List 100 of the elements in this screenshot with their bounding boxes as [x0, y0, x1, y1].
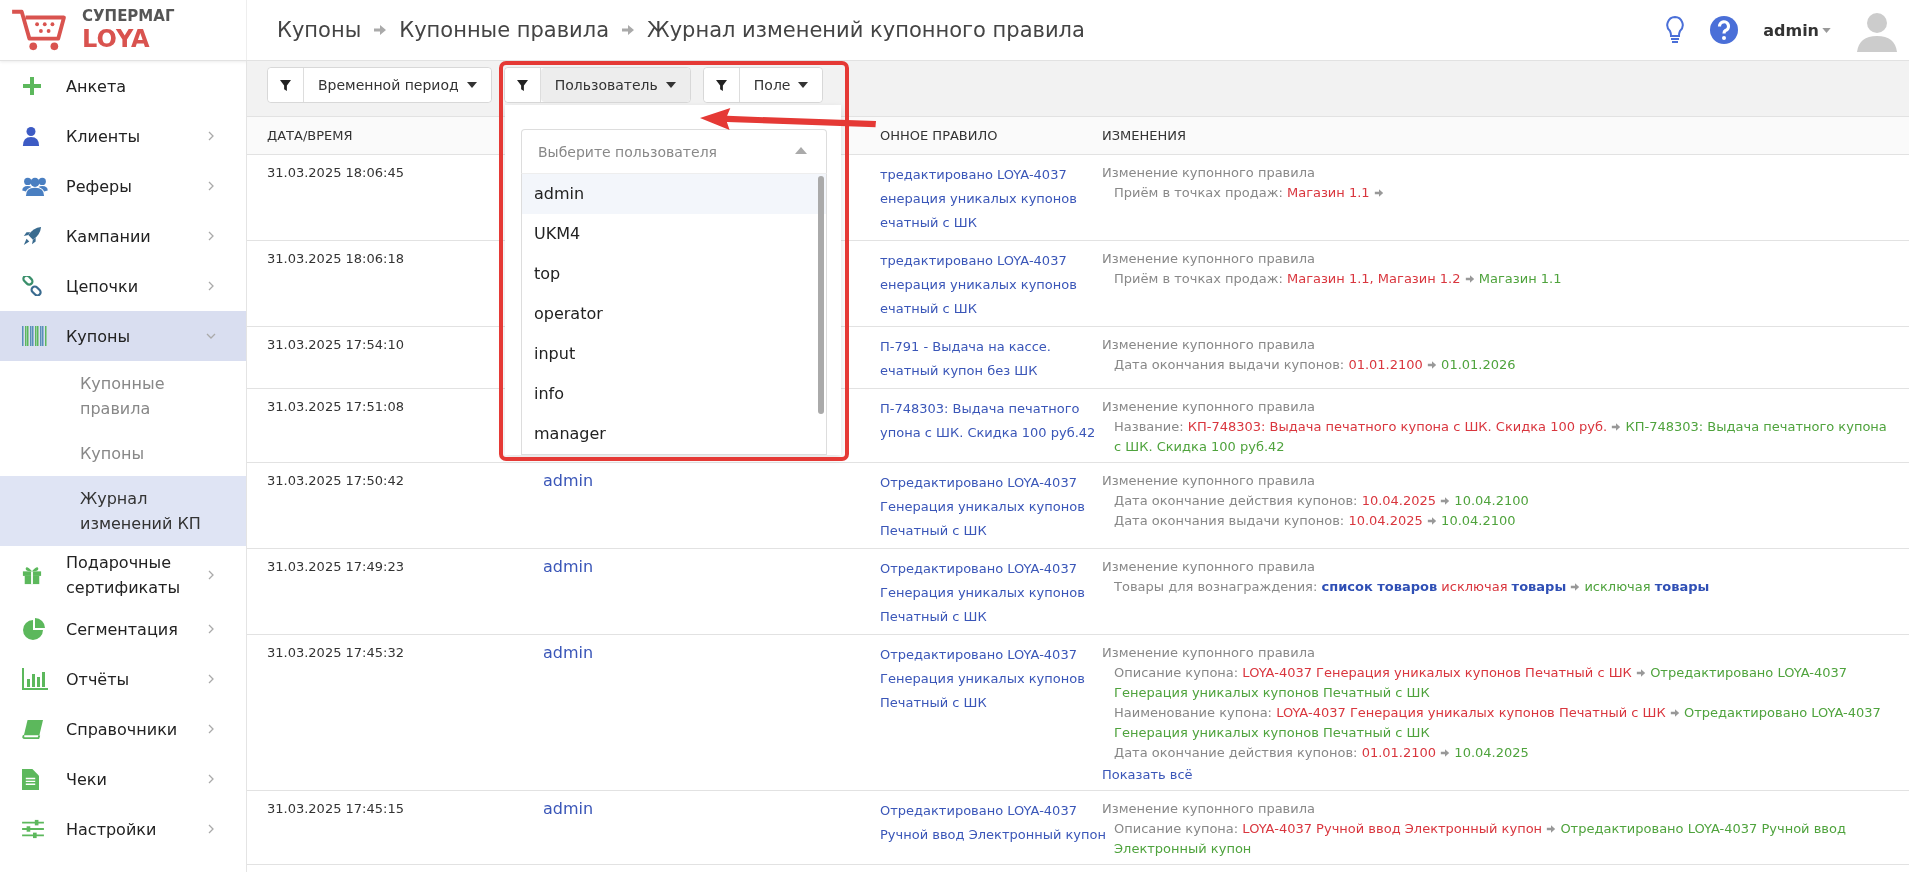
- user-link[interactable]: admin: [543, 471, 594, 490]
- bar-chart-icon: [22, 668, 48, 690]
- filter-button[interactable]: [268, 68, 304, 102]
- change-line: Товары для вознаграждения: список товаров исключая товары исключая товары: [1113, 578, 1710, 596]
- coupon-rule-link[interactable]: ечатный купон без ШК: [880, 359, 1038, 383]
- coupon-rule-link[interactable]: Отредактировано LOYA-4037: [880, 799, 1077, 823]
- user-link[interactable]: admin: [543, 643, 594, 662]
- pie-chart-icon: [22, 617, 46, 641]
- coupon-rule-link[interactable]: Печатный с ШК: [880, 691, 987, 715]
- sidebar-item[interactable]: Отчёты: [0, 654, 246, 704]
- coupon-rule-link[interactable]: П-791 - Выдача на кассе.: [880, 335, 1051, 359]
- sidebar-subitem[interactable]: Купонные правила: [0, 361, 246, 431]
- datetime-cell: 31.03.2025 17:50:42: [267, 473, 404, 488]
- filter-icon: [516, 79, 528, 91]
- document-icon: [22, 768, 39, 790]
- datetime-cell: 31.03.2025 18:06:18: [267, 251, 404, 266]
- rocket-icon: [22, 226, 42, 246]
- caret-down-icon: [1822, 27, 1831, 33]
- sidebar-item[interactable]: Сегментация: [0, 604, 246, 654]
- sidebar-item[interactable]: Чеки: [0, 754, 246, 804]
- barcode-icon: [22, 326, 48, 346]
- coupon-rule-link[interactable]: Печатный с ШК: [880, 519, 987, 543]
- coupon-rule-link[interactable]: тредактировано LOYA-4037: [880, 249, 1067, 273]
- caret-down-icon: [798, 82, 809, 88]
- column-header: ДАТА/ВРЕМЯ: [266, 128, 354, 143]
- coupon-rule-link[interactable]: упона с ШК. Скидка 100 руб.42: [880, 421, 1096, 445]
- coupon-rule-link[interactable]: Генерация уникалых купонов: [880, 581, 1085, 605]
- coupon-rule-link[interactable]: Генерация уникалых купонов: [880, 495, 1085, 519]
- user-select-field[interactable]: Выберите пользователя: [521, 129, 827, 173]
- plus-icon: [22, 76, 42, 96]
- dropdown-option[interactable]: input: [522, 334, 826, 374]
- change-line: Описание купона: LOYA-4037 Генерация уникалых купонов Печатный с ШК Отредактировано LOYA-4037 Генерация уникалых купонов Печатный с ШК: [1113, 664, 1849, 702]
- change-title: Изменение купонного правила: [1102, 558, 1315, 576]
- datetime-cell: 31.03.2025 17:54:10: [267, 337, 404, 352]
- breadcrumb-item[interactable]: Купоны: [277, 18, 362, 42]
- chain-link-icon: [22, 276, 42, 296]
- filter-button[interactable]: [703, 68, 740, 102]
- coupon-rule-link[interactable]: Генерация уникалых купонов: [880, 667, 1085, 691]
- dropdown-option[interactable]: UKM4: [522, 214, 826, 254]
- user-link[interactable]: admin: [543, 557, 594, 576]
- book-icon: [22, 719, 44, 739]
- group-icon: [22, 176, 48, 196]
- sidebar-item[interactable]: Реферы: [0, 161, 246, 211]
- coupon-rule-link[interactable]: ечатный с ШК: [880, 297, 977, 321]
- sidebar-item[interactable]: Клиенты: [0, 111, 246, 161]
- user-menu[interactable]: admin: [1763, 20, 1831, 40]
- coupon-rule-link[interactable]: Печатный с ШК: [880, 605, 987, 629]
- show-all-link[interactable]: Показать всё: [1102, 765, 1193, 785]
- change-title: Изменение купонного правила: [1102, 250, 1315, 268]
- coupon-rule-link[interactable]: Отредактировано LOYA-4037: [880, 557, 1077, 581]
- change-line: Название: КП-748303: Выдача печатного купона с ШК. Скидка 100 руб. КП-748303: Выдача печатного купона с ШК. Скидка 100 руб.42: [1113, 418, 1888, 456]
- sidebar-subitem[interactable]: Купоны: [0, 431, 246, 476]
- change-line: Дата окончания выдачи купонов: 10.04.2025 10.04.2100: [1113, 512, 1516, 530]
- change-line: Наименование купона: LOYA-4037 Генерация уникалых купонов Печатный с ШК Отредактировано LOYA-4037 Генерация уникалых купонов Печатный с ШК: [1113, 704, 1882, 742]
- lightbulb-icon[interactable]: [1665, 15, 1686, 45]
- sidebar-item[interactable]: Купоны: [0, 311, 246, 361]
- dropdown-option[interactable]: admin: [522, 174, 826, 214]
- dropdown-option[interactable]: manager: [522, 414, 826, 454]
- coupon-rule-link[interactable]: Отредактировано LOYA-4037: [880, 471, 1077, 495]
- change-line: Описание купона: LOYA-4037 Ручной ввод Электронный купон Отредактировано LOYA-4037 Ручной ввод Электронный купон: [1113, 820, 1847, 858]
- coupon-rule-link[interactable]: Ручной ввод Электронный купон: [880, 823, 1106, 847]
- change-line: Дата окончание действия купонов: 10.04.2025 10.04.2100: [1113, 492, 1529, 510]
- sidebar-item[interactable]: Кампании: [0, 211, 246, 261]
- filter-dropdown-button[interactable]: Пользователь: [540, 68, 690, 102]
- logo-text: LOYA: [82, 27, 151, 51]
- user-link[interactable]: admin: [543, 799, 594, 818]
- coupon-rule-link[interactable]: П-748303: Выдача печатного: [880, 397, 1080, 421]
- change-title: Изменение купонного правила: [1102, 398, 1315, 416]
- column-header: ОННОЕ ПРАВИЛО: [880, 128, 999, 143]
- coupon-rule-link[interactable]: енерация уникалых купонов: [880, 187, 1077, 211]
- logo-text: СУПЕРМАГ: [82, 9, 175, 24]
- dropdown-option[interactable]: info: [522, 374, 826, 414]
- sliders-icon: [22, 819, 44, 839]
- column-header: ИЗМЕНЕНИЯ: [1102, 128, 1187, 143]
- datetime-cell: 31.03.2025 17:49:23: [267, 559, 404, 574]
- sidebar-item[interactable]: Цепочки: [0, 261, 246, 311]
- caret-down-icon: [466, 82, 477, 88]
- sidebar-item[interactable]: Подарочные сертификаты: [0, 546, 246, 604]
- coupon-rule-link[interactable]: ечатный с ШК: [880, 211, 977, 235]
- change-line: Дата окончания выдачи купонов: 01.01.2100 01.01.2026: [1113, 356, 1516, 374]
- change-title: Изменение купонного правила: [1102, 644, 1315, 662]
- scrollbar[interactable]: [818, 176, 824, 414]
- sidebar-item[interactable]: Настройки: [0, 804, 246, 854]
- coupon-rule-link[interactable]: Отредактировано LOYA-4037: [880, 643, 1077, 667]
- coupon-rule-link[interactable]: тредактировано LOYA-4037: [880, 163, 1067, 187]
- datetime-cell: 31.03.2025 18:06:45: [267, 165, 404, 180]
- help-icon[interactable]: [1709, 15, 1740, 45]
- breadcrumb-item[interactable]: Купонные правила: [399, 18, 610, 42]
- coupon-rule-link[interactable]: енерация уникалых купонов: [880, 273, 1077, 297]
- breadcrumb-item: Журнал изменений купонного правила: [647, 18, 1085, 42]
- sidebar-item[interactable]: Справочники: [0, 704, 246, 754]
- sidebar-item[interactable]: Анкета: [0, 61, 246, 111]
- filter-icon: [715, 79, 727, 91]
- sidebar-subitem[interactable]: Журнал изменений КП: [0, 476, 246, 546]
- dropdown-option[interactable]: operator: [522, 294, 826, 334]
- change-line: Приём в точках продаж: Магазин 1.1, Магазин 1.2 Магазин 1.1: [1113, 270, 1562, 288]
- filter-button[interactable]: [504, 68, 541, 102]
- datetime-cell: 31.03.2025 17:51:08: [267, 399, 404, 414]
- dropdown-option[interactable]: top: [522, 254, 826, 294]
- arrow-right-icon: [621, 23, 636, 37]
